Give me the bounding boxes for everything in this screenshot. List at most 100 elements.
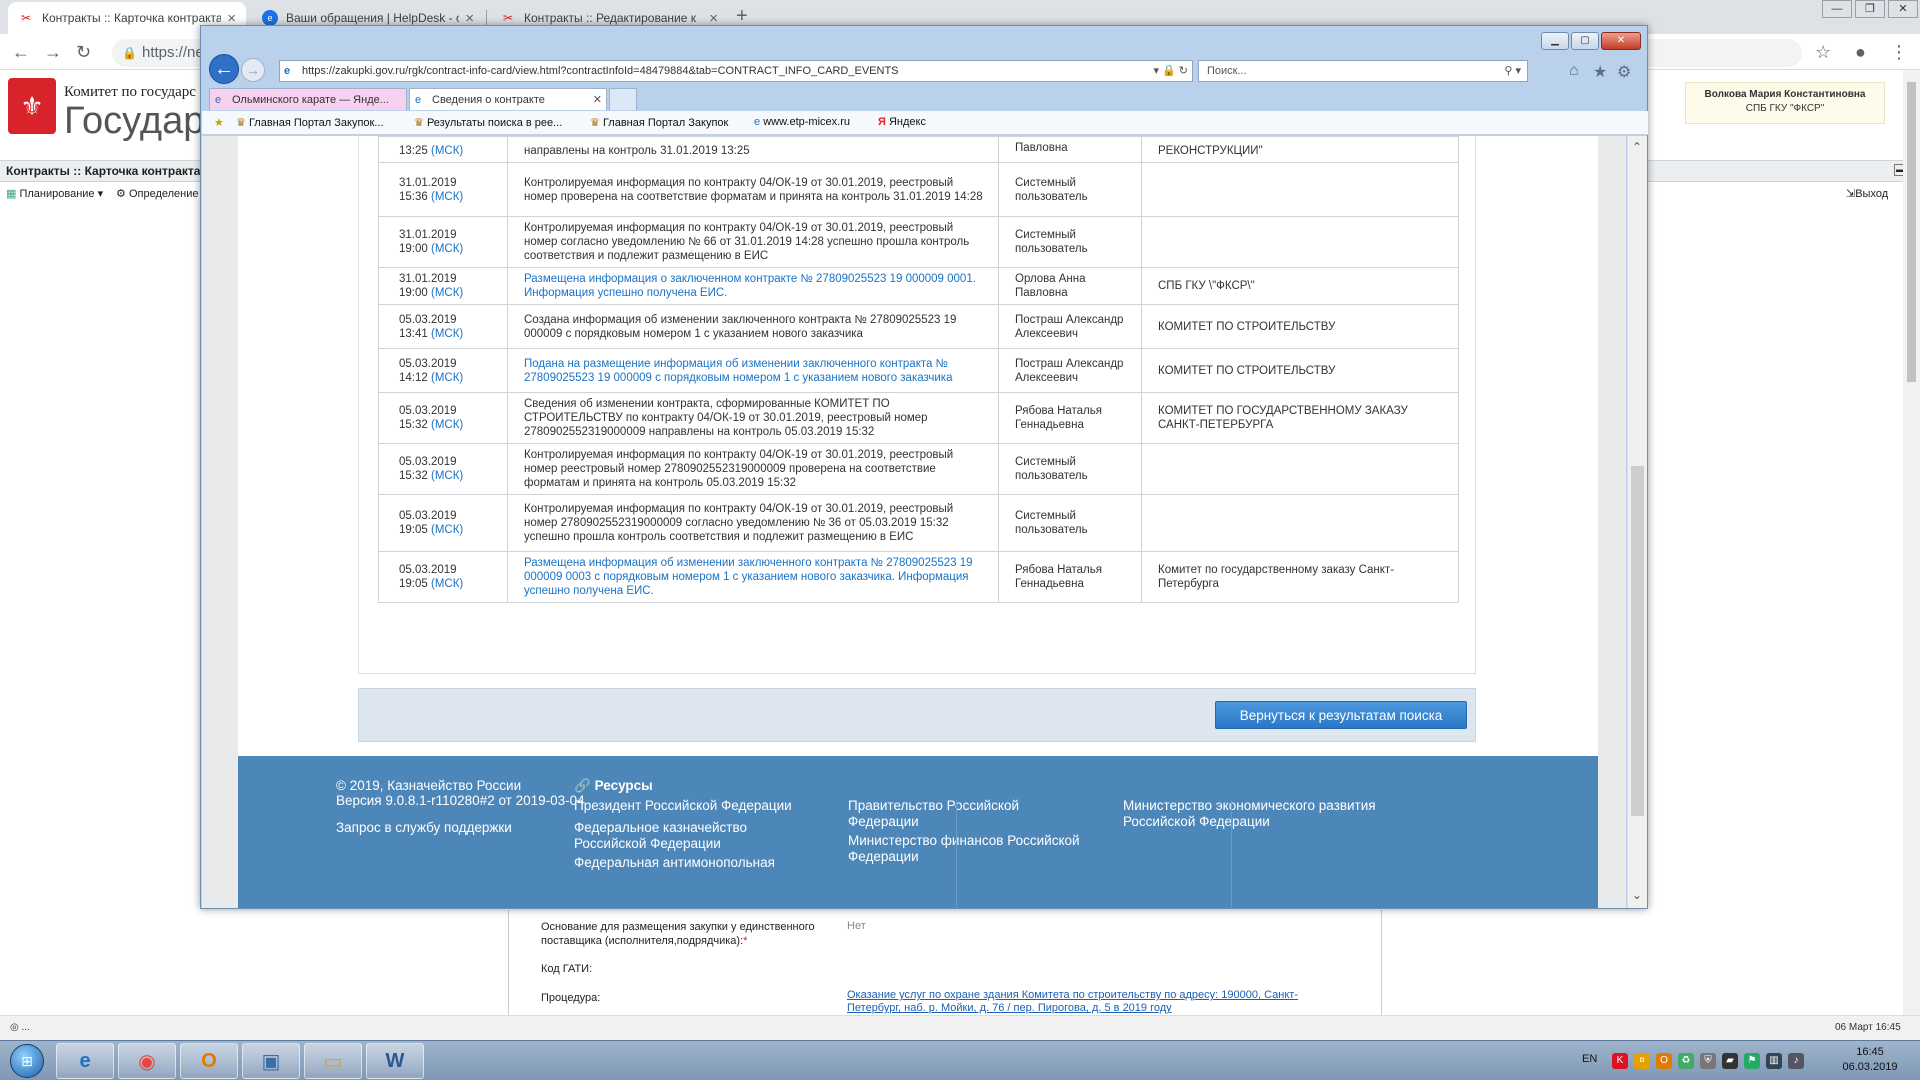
volume-icon[interactable]: ♪ [1788,1053,1804,1069]
support-request-link[interactable]: Запрос в службу поддержки [336,820,512,836]
tray-app-icon[interactable]: ¤ [1634,1053,1650,1069]
event-description[interactable]: Подана на размещение информация об измен… [507,348,999,393]
word-taskbar-icon[interactable]: W [366,1043,424,1079]
timezone-link[interactable]: (МСК) [431,145,463,157]
ie-address-bar[interactable]: e https://zakupki.gov.ru/rgk/contract-in… [279,60,1193,82]
back-arrow-icon[interactable]: ← [209,54,239,84]
timezone-link[interactable]: (МСК) [431,243,463,255]
close-tab-icon[interactable]: × [465,10,474,27]
footer-link-economy-ministry[interactable]: Министерство экономического развития Рос… [1123,798,1413,830]
flag-icon[interactable]: ⚑ [1744,1053,1760,1069]
reload-icon[interactable]: ↻ [76,42,91,63]
bookmark-star-icon[interactable]: ☆ [1815,42,1831,63]
footer-link-treasury[interactable]: Федеральное казначейство Российской Феде… [574,820,774,852]
file-explorer-taskbar-icon[interactable]: ▭ [304,1043,362,1079]
back-to-results-button[interactable]: Вернуться к результатам поиска [1215,701,1467,729]
table-row: 31.01.2019 15:36 (МСК) Контролируемая инфо… [378,162,1459,217]
exit-button[interactable]: ⇲Выход [1846,183,1888,205]
system-clock[interactable]: 16:45 06.03.2019 [1830,1045,1910,1075]
timezone-link[interactable]: (МСК) [431,328,463,340]
chrome-taskbar-icon[interactable]: ◉ [118,1043,176,1079]
event-user: Пострaш Александр Алексеевич [998,348,1142,393]
language-indicator[interactable]: EN [1582,1053,1597,1065]
scrollbar-thumb[interactable] [1907,82,1916,382]
page-scrollbar[interactable] [1903,70,1920,1015]
ie-page-icon: e [284,65,291,77]
timezone-link[interactable]: (МСК) [431,524,463,536]
favorites-star-icon[interactable]: ★ [1593,62,1607,82]
update-icon[interactable]: ♻ [1678,1053,1694,1069]
close-tab-icon[interactable]: × [709,10,718,27]
event-description[interactable]: Размещена информация об изменении заключ… [507,551,999,603]
menu-item-planning[interactable]: ▦ Планирование ▾ [6,183,103,205]
scroll-up-icon[interactable]: ⌃ [1632,140,1642,154]
gear-icon[interactable]: ⚙ [1617,62,1631,82]
timezone-link[interactable]: (МСК) [431,419,463,431]
current-user-panel: Волкова Мария Константиновна СПБ ГКУ "ФК… [1685,82,1885,124]
ie-tab-yandex[interactable]: e Ольминского карате — Янде... [209,88,407,110]
favorite-link[interactable]: Я Яндекс [878,116,926,128]
favorite-link[interactable]: ♛ Главная Портал Закупок [590,116,728,129]
footer-link-government[interactable]: Правительство Российской Федерации [848,798,1038,830]
procedure-link[interactable]: Оказание услуг по охране здания Комитета… [847,989,1347,1015]
ie-taskbar-icon[interactable]: e [56,1043,114,1079]
footer-link-president[interactable]: Президент Российской Федерации [574,798,814,814]
antivirus-icon[interactable]: K [1612,1053,1628,1069]
ie-maximize-button[interactable]: ▢ [1571,32,1599,50]
network-icon[interactable]: ▥ [1766,1053,1782,1069]
event-user: Пострaш Александр Алексеевич [998,304,1142,349]
ie-window: ▁ ▢ ✕ ← → e https://zakupki.gov.ru/rgk/c… [200,25,1648,909]
safely-remove-icon[interactable]: ▰ [1722,1053,1738,1069]
chrome-restore-button[interactable]: ❐ [1855,0,1885,18]
favorite-label: www.etp-micex.ru [763,116,850,128]
yandex-icon: Я [878,116,886,128]
back-arrow-icon[interactable]: ← [12,42,30,63]
control-panel-taskbar-icon[interactable]: ▣ [242,1043,300,1079]
footer-link-finance-ministry[interactable]: Министерство финансов Российской Федерац… [848,833,1098,865]
ie-tab-title: Ольминского карате — Янде... [232,94,389,106]
search-icon[interactable]: ⚲ ▾ [1504,61,1521,81]
outlook-taskbar-icon[interactable]: O [180,1043,238,1079]
ie-new-tab-button[interactable] [609,88,637,110]
ie-vertical-scrollbar[interactable]: ⌃ ⌄ [1627,136,1647,908]
scrollbar-thumb[interactable] [1631,466,1644,816]
menu-item-definition[interactable]: ⚙ Определение [116,183,199,205]
forward-arrow-icon[interactable]: → [241,58,265,82]
event-org [1141,162,1459,217]
start-button[interactable]: ⊞ [2,1042,52,1080]
profile-avatar-icon[interactable]: ● [1855,42,1866,63]
favorite-link[interactable]: ♛ Результаты поиска в рее... [414,116,562,129]
scroll-down-icon[interactable]: ⌄ [1632,888,1642,902]
timezone-link[interactable]: (МСК) [431,287,463,299]
ie-close-button[interactable]: ✕ [1601,32,1641,50]
chrome-minimize-button[interactable]: — [1822,0,1852,18]
timezone-link[interactable]: (МСК) [431,191,463,203]
forward-arrow-icon[interactable]: → [44,42,62,63]
favorite-link[interactable]: ♛ Главная Портал Закупок... [236,116,384,129]
ie-page-icon: e [754,116,761,128]
ie-search-input[interactable]: Поиск... ⚲ ▾ [1198,60,1528,82]
security-shield-icon[interactable]: ⛨ [1700,1053,1716,1069]
favorite-link[interactable]: e www.etp-micex.ru [754,116,850,128]
event-description[interactable]: Размещена информация о заключенном контр… [507,267,999,305]
ie-tab-contract-info[interactable]: e Сведения о контракте ✕ [409,88,607,110]
favorites-star-icon[interactable]: ★ [214,116,224,129]
timezone-link[interactable]: (МСК) [431,372,463,384]
ie-minimize-button[interactable]: ▁ [1541,32,1569,50]
address-tools-icon[interactable]: ▾ 🔒 ↻ [1153,61,1188,81]
close-tab-icon[interactable]: ✕ [593,89,602,110]
ie-page-icon: e [215,94,222,106]
table-row: 31.01.2019 19:00 (МСК) Контролируемая инфо… [378,216,1459,268]
event-date-cell: 05.03.2019 15:32 (МСК) [378,443,508,495]
timezone-link[interactable]: (МСК) [431,578,463,590]
current-user-org: СПБ ГКУ "ФКСР" [1745,103,1825,114]
outlook-tray-icon[interactable]: O [1656,1053,1672,1069]
timezone-link[interactable]: (МСК) [431,470,463,482]
chrome-menu-icon[interactable]: ⋮ [1890,42,1908,63]
chrome-close-button[interactable]: ✕ [1888,0,1918,18]
current-user-name: Волкова Мария Константиновна [1704,89,1866,100]
close-tab-icon[interactable]: × [227,10,236,27]
home-icon[interactable]: ⌂ [1569,62,1579,80]
event-org [1141,216,1459,268]
footer-link-antimonopoly[interactable]: Федеральная антимонопольная [574,855,814,871]
